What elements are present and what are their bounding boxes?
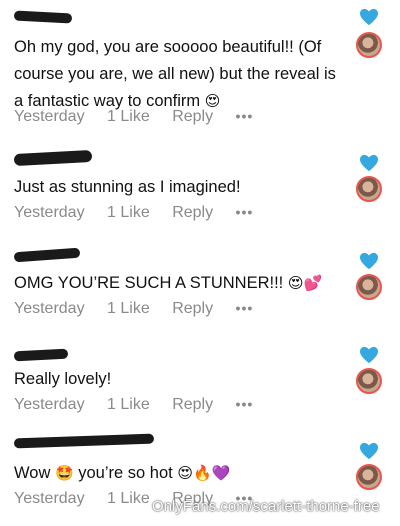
comment-meta: Yesterday 1 Like Reply •••	[14, 300, 271, 318]
heart-icon[interactable]	[359, 8, 379, 26]
username-redacted[interactable]	[13, 247, 81, 263]
comment-meta: Yesterday 1 Like Reply •••	[14, 108, 271, 126]
avatar[interactable]	[356, 368, 382, 394]
emoji-hearts: 😍💕	[287, 274, 323, 292]
heart-icon[interactable]	[359, 346, 379, 364]
reply-button[interactable]: Reply	[172, 204, 213, 222]
more-options-icon[interactable]: •••	[236, 204, 254, 220]
avatar[interactable]	[356, 176, 382, 202]
username-redacted[interactable]	[13, 10, 73, 24]
like-count[interactable]: 1 Like	[107, 490, 150, 508]
like-count[interactable]: 1 Like	[107, 204, 150, 222]
more-options-icon[interactable]: •••	[236, 396, 254, 412]
reply-button[interactable]: Reply	[172, 396, 213, 414]
avatar[interactable]	[356, 274, 382, 300]
like-count[interactable]: 1 Like	[107, 396, 150, 414]
username-redacted[interactable]	[13, 433, 155, 449]
comment-text: Just as stunning as I imagined!	[14, 178, 241, 196]
like-count[interactable]: 1 Like	[107, 108, 150, 126]
reply-button[interactable]: Reply	[172, 300, 213, 318]
like-count[interactable]: 1 Like	[107, 300, 150, 318]
comment-text: Oh my god, you are sooooo beautiful!! (O…	[14, 38, 336, 110]
comment-text: Wow 🤩 you’re so hot 😍🔥💜	[14, 464, 231, 482]
comment-text: Really lovely!	[14, 370, 112, 388]
timestamp: Yesterday	[14, 490, 85, 507]
username-redacted[interactable]	[13, 348, 69, 362]
comment-meta: Yesterday 1 Like Reply •••	[14, 204, 271, 222]
star-struck-emoji: 🤩	[54, 464, 74, 482]
comment-text: OMG YOU’RE SUCH A STUNNER!!! 😍💕	[14, 274, 323, 292]
heart-icon[interactable]	[359, 154, 379, 172]
avatar[interactable]	[356, 32, 382, 58]
emoji-hot: 😍🔥💜	[177, 464, 231, 482]
reply-button[interactable]: Reply	[172, 108, 213, 126]
username-redacted[interactable]	[13, 149, 93, 167]
timestamp: Yesterday	[14, 204, 85, 221]
avatar[interactable]	[356, 464, 382, 490]
comment-meta: Yesterday 1 Like Reply •••	[14, 396, 271, 414]
heart-icon[interactable]	[359, 442, 379, 460]
timestamp: Yesterday	[14, 300, 85, 317]
watermark: OnlyFans.com/scarlett-thorne-free	[152, 498, 380, 515]
more-options-icon[interactable]: •••	[236, 108, 254, 124]
more-options-icon[interactable]: •••	[236, 300, 254, 316]
heart-icon[interactable]	[359, 252, 379, 270]
timestamp: Yesterday	[14, 396, 85, 413]
timestamp: Yesterday	[14, 108, 85, 125]
